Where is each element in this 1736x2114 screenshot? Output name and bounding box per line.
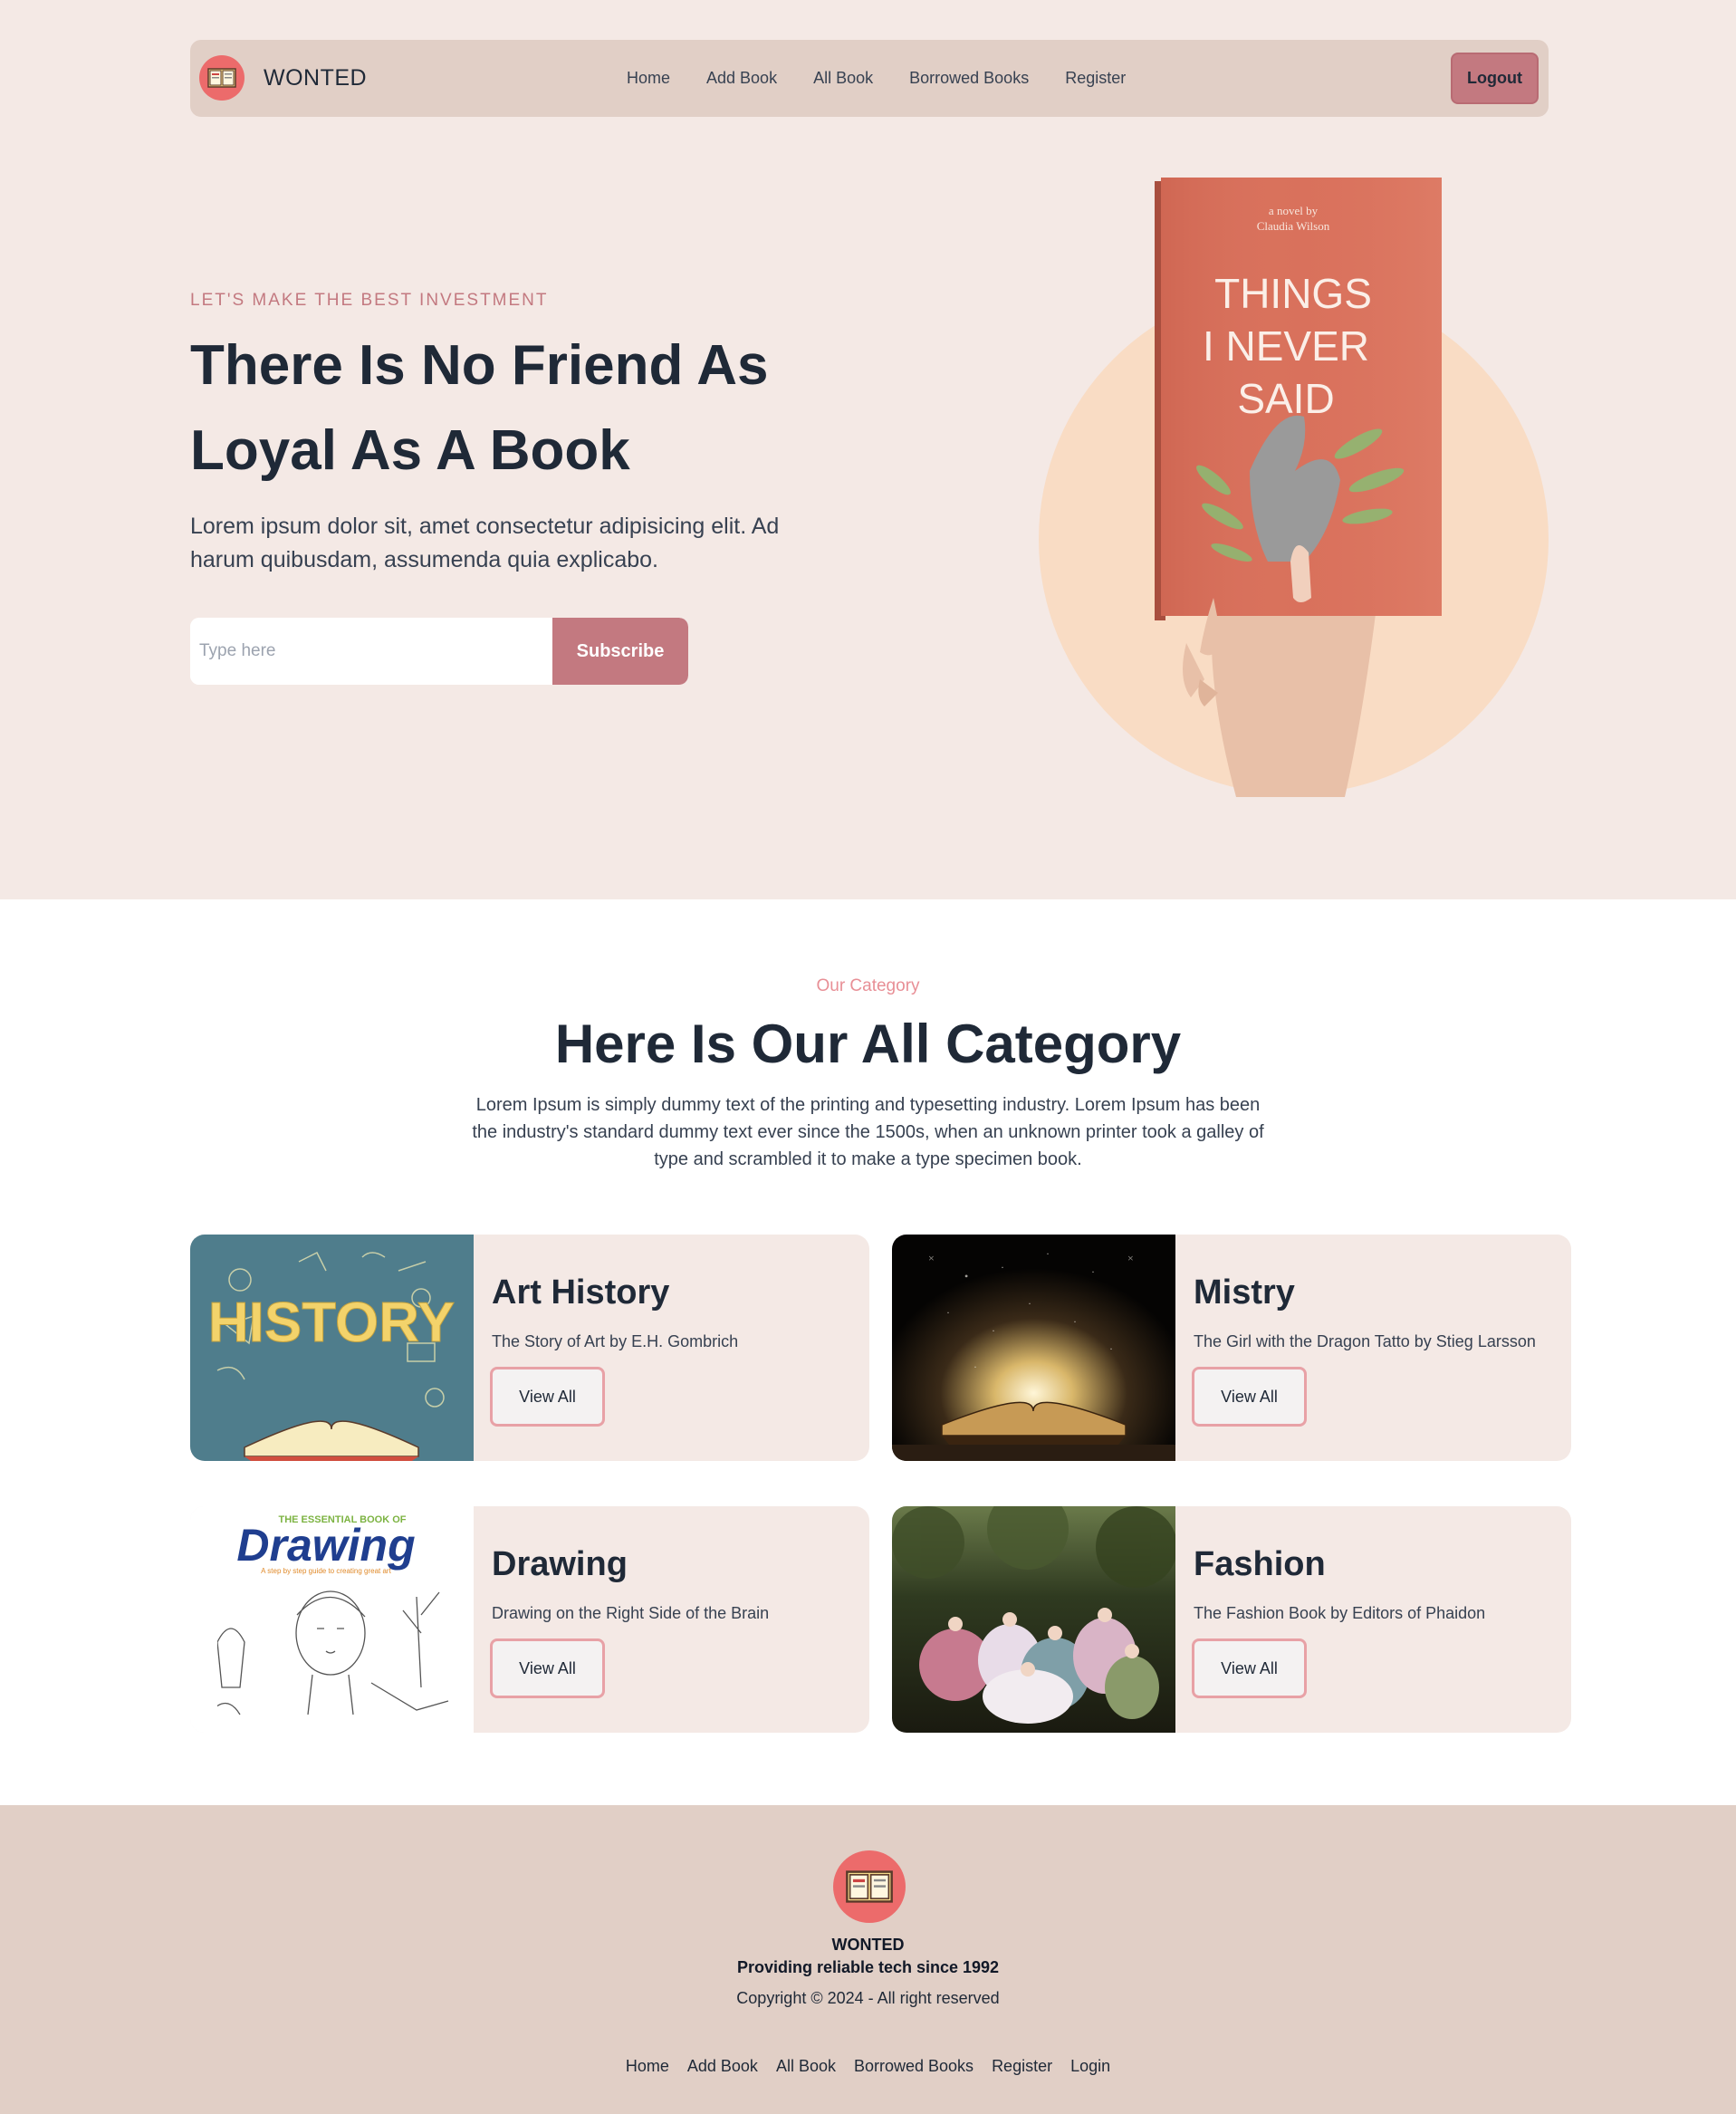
footer-tagline: Providing reliable tech since 1992 (736, 1958, 1000, 1976)
svg-text:·: · (1091, 1265, 1095, 1278)
view-all-button[interactable]: View All (1192, 1367, 1307, 1427)
footer-links: Home Add Book All Book Borrowed Books Re… (0, 2057, 1736, 2076)
footer: WONTED Providing reliable tech since 199… (0, 1805, 1736, 2114)
book-author-line2: Claudia Wilson (1257, 219, 1330, 233)
footer-link-home[interactable]: Home (626, 2057, 669, 2076)
hero-tagline: LET'S MAKE THE BEST INVESTMENT (190, 291, 549, 310)
footer-copyright: Copyright © 2024 - All right reserved (736, 1989, 1000, 2007)
drawing-book-image: THE ESSENTIAL BOOK OF Drawing A step by … (190, 1506, 474, 1733)
book-title-line1: THINGS (1214, 270, 1372, 317)
book-title-line2: I NEVER (1203, 322, 1369, 370)
svg-text:•: • (964, 1270, 968, 1283)
card-title: Fashion (1194, 1545, 1326, 1583)
category-card-fashion: Fashion The Fashion Book by Editors of P… (892, 1506, 1571, 1733)
subscribe-input[interactable] (190, 618, 552, 685)
svg-text:×: × (1127, 1252, 1134, 1264)
nav-link-home[interactable]: Home (627, 69, 670, 88)
card-subtitle: Drawing on the Right Side of the Brain (492, 1604, 770, 1622)
drawing-image-word: Drawing (236, 1520, 415, 1571)
hero-text: Lorem ipsum dolor sit, amet consectetur … (190, 514, 780, 572)
footer-link-login[interactable]: Login (1070, 2057, 1110, 2076)
book-author-line1: a novel by (1269, 204, 1319, 217)
hero-section: WONTED Home Add Book All Book Borrowed B… (0, 0, 1736, 899)
footer-link-register[interactable]: Register (992, 2057, 1052, 2076)
footer-link-add-book[interactable]: Add Book (687, 2057, 758, 2076)
nav-link-register[interactable]: Register (1065, 69, 1126, 88)
subscribe-form: Subscribe (190, 618, 688, 685)
open-book-icon[interactable] (833, 1850, 906, 1923)
nav-link-all-book[interactable]: All Book (813, 69, 873, 88)
card-subtitle: The Story of Art by E.H. Gombrich (492, 1332, 739, 1350)
svg-text:·: · (1001, 1261, 1004, 1273)
glowing-book-image: × • · · · × · · · · · · (892, 1235, 1175, 1461)
navbar: WONTED Home Add Book All Book Borrowed B… (190, 40, 1549, 117)
footer-link-borrowed-books[interactable]: Borrowed Books (854, 2057, 974, 2076)
view-all-button[interactable]: View All (1192, 1638, 1307, 1698)
hand-holding-book-image: a novel by Claudia Wilson THINGS I NEVER… (1155, 178, 1442, 797)
svg-text:·: · (946, 1306, 950, 1319)
svg-text:·: · (1109, 1342, 1113, 1355)
card-title: Mistry (1194, 1273, 1295, 1312)
view-all-button[interactable]: View All (490, 1638, 605, 1698)
category-text: Lorem Ipsum is simply dummy text of the … (472, 1095, 1264, 1169)
card-title: Art History (492, 1273, 670, 1312)
svg-text:·: · (992, 1324, 995, 1337)
card-subtitle: The Fashion Book by Editors of Phaidon (1194, 1604, 1486, 1622)
svg-text:·: · (974, 1360, 977, 1373)
drawing-image-tagline: A step by step guide to creating great a… (261, 1567, 391, 1575)
open-book-icon[interactable] (199, 55, 245, 101)
hero-title: There Is No Friend As Loyal As A Book (190, 334, 769, 482)
history-book-image: HISTORY (190, 1235, 474, 1461)
category-card-mistry: × • · · · × · · · · · · Mistry The Girl with the… (892, 1235, 1571, 1461)
svg-text:·: · (1028, 1297, 1031, 1310)
footer-brand: WONTED (831, 1936, 905, 1954)
view-all-button[interactable]: View All (490, 1367, 605, 1427)
footer-link-all-book[interactable]: All Book (776, 2057, 836, 2076)
category-title: Here Is Our All Category (554, 1014, 1182, 1074)
svg-text:·: · (1073, 1315, 1077, 1328)
card-subtitle: The Girl with the Dragon Tatto by Stieg … (1194, 1332, 1536, 1350)
logout-button[interactable]: Logout (1451, 53, 1539, 104)
category-card-drawing: THE ESSENTIAL BOOK OF Drawing A step by … (190, 1506, 869, 1733)
card-title: Drawing (492, 1545, 628, 1583)
category-card-art-history: HISTORY Art History The Story of Art by … (190, 1235, 869, 1461)
nav-links: Home Add Book All Book Borrowed Books Re… (627, 69, 1126, 88)
svg-text:×: × (928, 1252, 935, 1264)
nav-link-add-book[interactable]: Add Book (706, 69, 777, 88)
brand-name[interactable]: WONTED (264, 65, 367, 91)
fashion-painting-image (892, 1506, 1175, 1733)
history-image-word: HISTORY (208, 1292, 455, 1354)
nav-link-borrowed-books[interactable]: Borrowed Books (909, 69, 1029, 88)
category-eyebrow: Our Category (816, 976, 920, 995)
svg-text:·: · (1046, 1247, 1050, 1260)
subscribe-button[interactable]: Subscribe (552, 618, 688, 685)
book-title-line3: SAID (1237, 375, 1334, 422)
